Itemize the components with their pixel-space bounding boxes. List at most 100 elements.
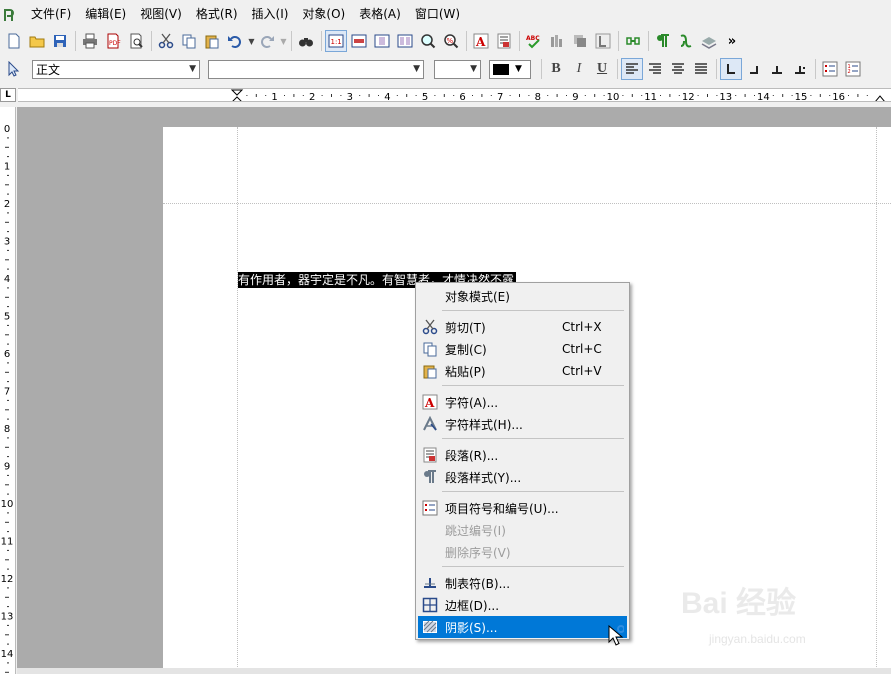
menu-item-label: 粘贴(P): [445, 364, 486, 379]
toolbar-overflow-button[interactable]: »: [721, 30, 743, 52]
copy-button[interactable]: [178, 30, 200, 52]
menu-object[interactable]: 对象(O): [295, 0, 352, 29]
menu-item-paste[interactable]: 粘贴(P) Ctrl+V: [418, 360, 627, 382]
svg-text:PDF: PDF: [109, 40, 121, 47]
ruler-tick: [7, 268, 9, 270]
toolbar-separator: [648, 31, 649, 51]
new-document-button[interactable]: [3, 30, 25, 52]
paragraph-style-select[interactable]: 正文 ▼: [32, 59, 200, 79]
spell-check-button[interactable]: ABC: [523, 30, 545, 52]
horizontal-ruler[interactable]: 1 2 3 4 5 6 7 8 9 10 11 12 13 14 15 16: [18, 88, 891, 102]
underline-button[interactable]: U: [591, 58, 613, 80]
ruler-tick: [5, 296, 9, 298]
copy-icon: [418, 338, 442, 360]
toolbar-overflow-label: »: [727, 33, 737, 49]
menu-edit[interactable]: 编辑(E): [78, 0, 133, 29]
ruler-number: 3: [4, 237, 10, 248]
cut-button[interactable]: [155, 30, 177, 52]
menu-item-delete-numbering[interactable]: 删除序号(V): [418, 541, 627, 563]
layers-button[interactable]: [698, 30, 720, 52]
two-page-view-button[interactable]: [394, 30, 416, 52]
ruler-tick: [5, 146, 9, 148]
redo-button[interactable]: [256, 30, 278, 52]
full-page-view-button[interactable]: [371, 30, 393, 52]
format-toolbar: 正文 ▼ ▼ ▼ ▼ B I U 12: [0, 55, 891, 83]
menu-item-bullets-numbering[interactable]: 项目符号和编号(U)...: [418, 497, 627, 519]
undo-dropdown-icon[interactable]: ▼: [247, 37, 256, 46]
align-right-button[interactable]: [644, 58, 666, 80]
menu-insert[interactable]: 插入(I): [245, 0, 296, 29]
menu-file[interactable]: 文件(F): [24, 0, 78, 29]
menu-window[interactable]: 窗口(W): [408, 0, 467, 29]
redo-dropdown-icon[interactable]: ▼: [279, 37, 288, 46]
svg-text:A: A: [424, 396, 435, 410]
tab-decimal-button[interactable]: [789, 58, 811, 80]
menu-item-borders[interactable]: 边框(D)...: [418, 594, 627, 616]
gray-box-button[interactable]: [569, 30, 591, 52]
ruler-number: 4: [4, 274, 10, 285]
italic-button[interactable]: I: [568, 58, 590, 80]
menu-item-character-style[interactable]: 字符样式(H)...: [418, 413, 627, 435]
pointer-select-button[interactable]: [2, 58, 24, 80]
menu-item-cut[interactable]: 剪切(T) Ctrl+X: [418, 316, 627, 338]
chevron-down-icon: ▼: [515, 64, 522, 74]
link-frames-button[interactable]: [622, 30, 644, 52]
ruler-corner-tab-selector[interactable]: L: [0, 88, 16, 102]
ruler-tick: [7, 193, 9, 195]
font-color-select[interactable]: ▼: [489, 59, 531, 79]
ruler-tick: [340, 95, 342, 96]
right-indent-marker-icon: [875, 95, 885, 101]
bold-button[interactable]: B: [545, 58, 567, 80]
menu-table[interactable]: 表格(A): [352, 0, 408, 29]
menu-item-copy[interactable]: 复制(C) Ctrl+C: [418, 338, 627, 360]
menu-item-character[interactable]: A 字符(A)...: [418, 391, 627, 413]
ruler-tick: [415, 95, 417, 96]
zoom-magnifier-button[interactable]: [417, 30, 439, 52]
letter-l-button[interactable]: [592, 30, 614, 52]
paste-button[interactable]: [201, 30, 223, 52]
find-binoculars-button[interactable]: [295, 30, 317, 52]
show-marks-button[interactable]: [652, 30, 674, 52]
tab-right-button[interactable]: [743, 58, 765, 80]
menu-item-paragraph[interactable]: 段落(R)...: [418, 444, 627, 466]
menu-item-label: 阴影(S)...: [445, 620, 498, 635]
frame-link-button[interactable]: [675, 30, 697, 52]
svg-text:A: A: [475, 35, 486, 49]
word-count-button[interactable]: [546, 30, 568, 52]
numbering-button[interactable]: 12: [842, 58, 864, 80]
page-width-view-button[interactable]: [348, 30, 370, 52]
ruler-tick: [866, 95, 868, 96]
horizontal-scrollbar[interactable]: [17, 668, 891, 674]
print-button[interactable]: [79, 30, 101, 52]
ruler-tick: [7, 624, 9, 626]
menu-item-object-mode[interactable]: 对象模式(E): [418, 285, 627, 307]
export-pdf-button[interactable]: PDF: [102, 30, 124, 52]
menu-format[interactable]: 格式(R): [189, 0, 245, 29]
ruler-tick: [5, 559, 9, 561]
tab-left-button[interactable]: [720, 58, 742, 80]
menu-item-skip-numbering[interactable]: 跳过编号(I): [418, 519, 627, 541]
font-size-select[interactable]: ▼: [434, 59, 481, 79]
align-center-button[interactable]: [667, 58, 689, 80]
horizontal-ruler-graphic: 1 2 3 4 5 6 7 8 9 10 11 12 13 14 15 16: [230, 89, 885, 101]
bullets-button[interactable]: [819, 58, 841, 80]
app-logo-icon[interactable]: [2, 6, 20, 24]
zoom-percent-button[interactable]: %: [440, 30, 462, 52]
print-preview-button[interactable]: [125, 30, 147, 52]
actual-size-view-button[interactable]: 1:1: [325, 30, 347, 52]
character-format-button[interactable]: A: [470, 30, 492, 52]
undo-button[interactable]: [224, 30, 246, 52]
menu-view[interactable]: 视图(V): [133, 0, 189, 29]
align-left-button[interactable]: [621, 58, 643, 80]
tab-center-button[interactable]: [766, 58, 788, 80]
tab-stop-icon: [418, 572, 442, 594]
align-justify-button[interactable]: [690, 58, 712, 80]
menu-item-paragraph-style[interactable]: 段落样式(Y)...: [418, 466, 627, 488]
vertical-ruler[interactable]: 0 1 2 3 4 5 6 7 8 9 10 11 12 13 14: [0, 107, 16, 674]
save-button[interactable]: [49, 30, 71, 52]
paragraph-format-button[interactable]: [493, 30, 515, 52]
font-name-select[interactable]: ▼: [208, 59, 424, 79]
open-folder-button[interactable]: [26, 30, 48, 52]
menu-item-tabs[interactable]: 制表符(B)...: [418, 572, 627, 594]
menu-item-shading[interactable]: 阴影(S)...: [418, 616, 627, 638]
